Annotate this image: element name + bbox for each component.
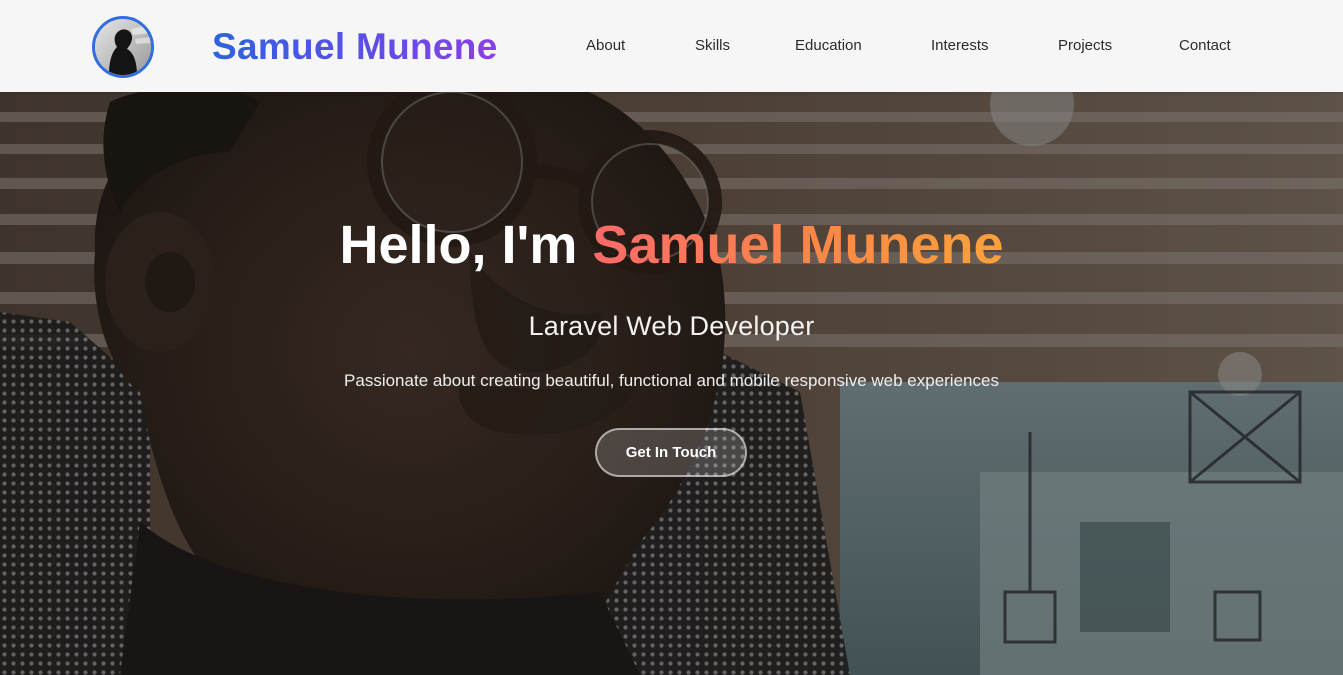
nav-projects[interactable]: Projects [1058, 37, 1112, 54]
get-in-touch-button[interactable]: Get In Touch [595, 428, 747, 477]
site-header: Samuel Munene About Skills Education Int… [0, 0, 1343, 92]
avatar[interactable] [92, 16, 154, 78]
nav-education[interactable]: Education [795, 37, 862, 54]
nav-contact[interactable]: Contact [1179, 37, 1231, 54]
hero-tagline: Passionate about creating beautiful, fun… [344, 371, 999, 390]
hero-title: Hello, I'm Samuel Munene [0, 212, 1343, 278]
page: Samuel Munene About Skills Education Int… [0, 0, 1343, 675]
hero-content: Hello, I'm Samuel Munene Laravel Web Dev… [0, 92, 1343, 675]
nav-interests[interactable]: Interests [931, 37, 989, 54]
brand-name[interactable]: Samuel Munene [212, 24, 498, 70]
nav-skills[interactable]: Skills [695, 37, 730, 54]
hero-section: Hello, I'm Samuel Munene Laravel Web Dev… [0, 92, 1343, 675]
hero-greeting: Hello, I'm [339, 215, 578, 275]
nav-about[interactable]: About [586, 37, 625, 54]
hero-name: Samuel Munene [592, 215, 1004, 275]
hero-role: Laravel Web Developer [528, 311, 815, 341]
avatar-photo-icon [95, 19, 151, 75]
